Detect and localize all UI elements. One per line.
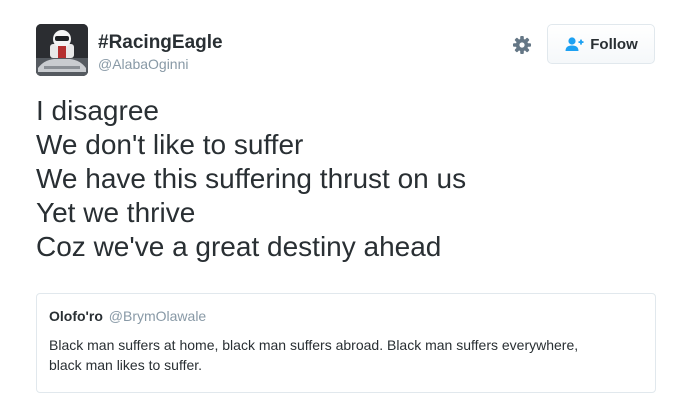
tweet-line: We have this suffering thrust on us bbox=[36, 163, 467, 194]
quoted-tweet-text: Black man suffers at home, black man suf… bbox=[49, 337, 579, 373]
tweet-text: I disagree We don't like to suffer We ha… bbox=[36, 94, 656, 264]
embedded-tweet: #RacingEagle @AlabaOginni Follow I disag… bbox=[0, 0, 688, 401]
helmet-and-car-avatar-icon bbox=[36, 24, 88, 76]
author-display-name[interactable]: #RacingEagle bbox=[98, 32, 223, 54]
quoted-author-name: Olofo'ro bbox=[49, 308, 103, 324]
quoted-tweet-header: Olofo'ro @BrymOlawale bbox=[49, 308, 643, 324]
tweet-line: We don't like to suffer bbox=[36, 129, 304, 160]
tweet-line: Coz we've a great destiny ahead bbox=[36, 231, 442, 262]
author-avatar[interactable] bbox=[36, 24, 88, 76]
follow-label: Follow bbox=[590, 35, 638, 53]
tweet-line: Yet we thrive bbox=[36, 197, 196, 228]
gear-icon[interactable] bbox=[512, 35, 532, 55]
follow-button[interactable]: Follow bbox=[547, 24, 655, 64]
author-screen-name[interactable]: @AlabaOginni bbox=[98, 56, 189, 72]
quoted-tweet[interactable]: Olofo'ro @BrymOlawale Black man suffers … bbox=[36, 293, 656, 393]
quoted-author-handle: @BrymOlawale bbox=[108, 308, 207, 324]
add-user-icon bbox=[565, 37, 584, 51]
tweet-line: I disagree bbox=[36, 95, 159, 126]
